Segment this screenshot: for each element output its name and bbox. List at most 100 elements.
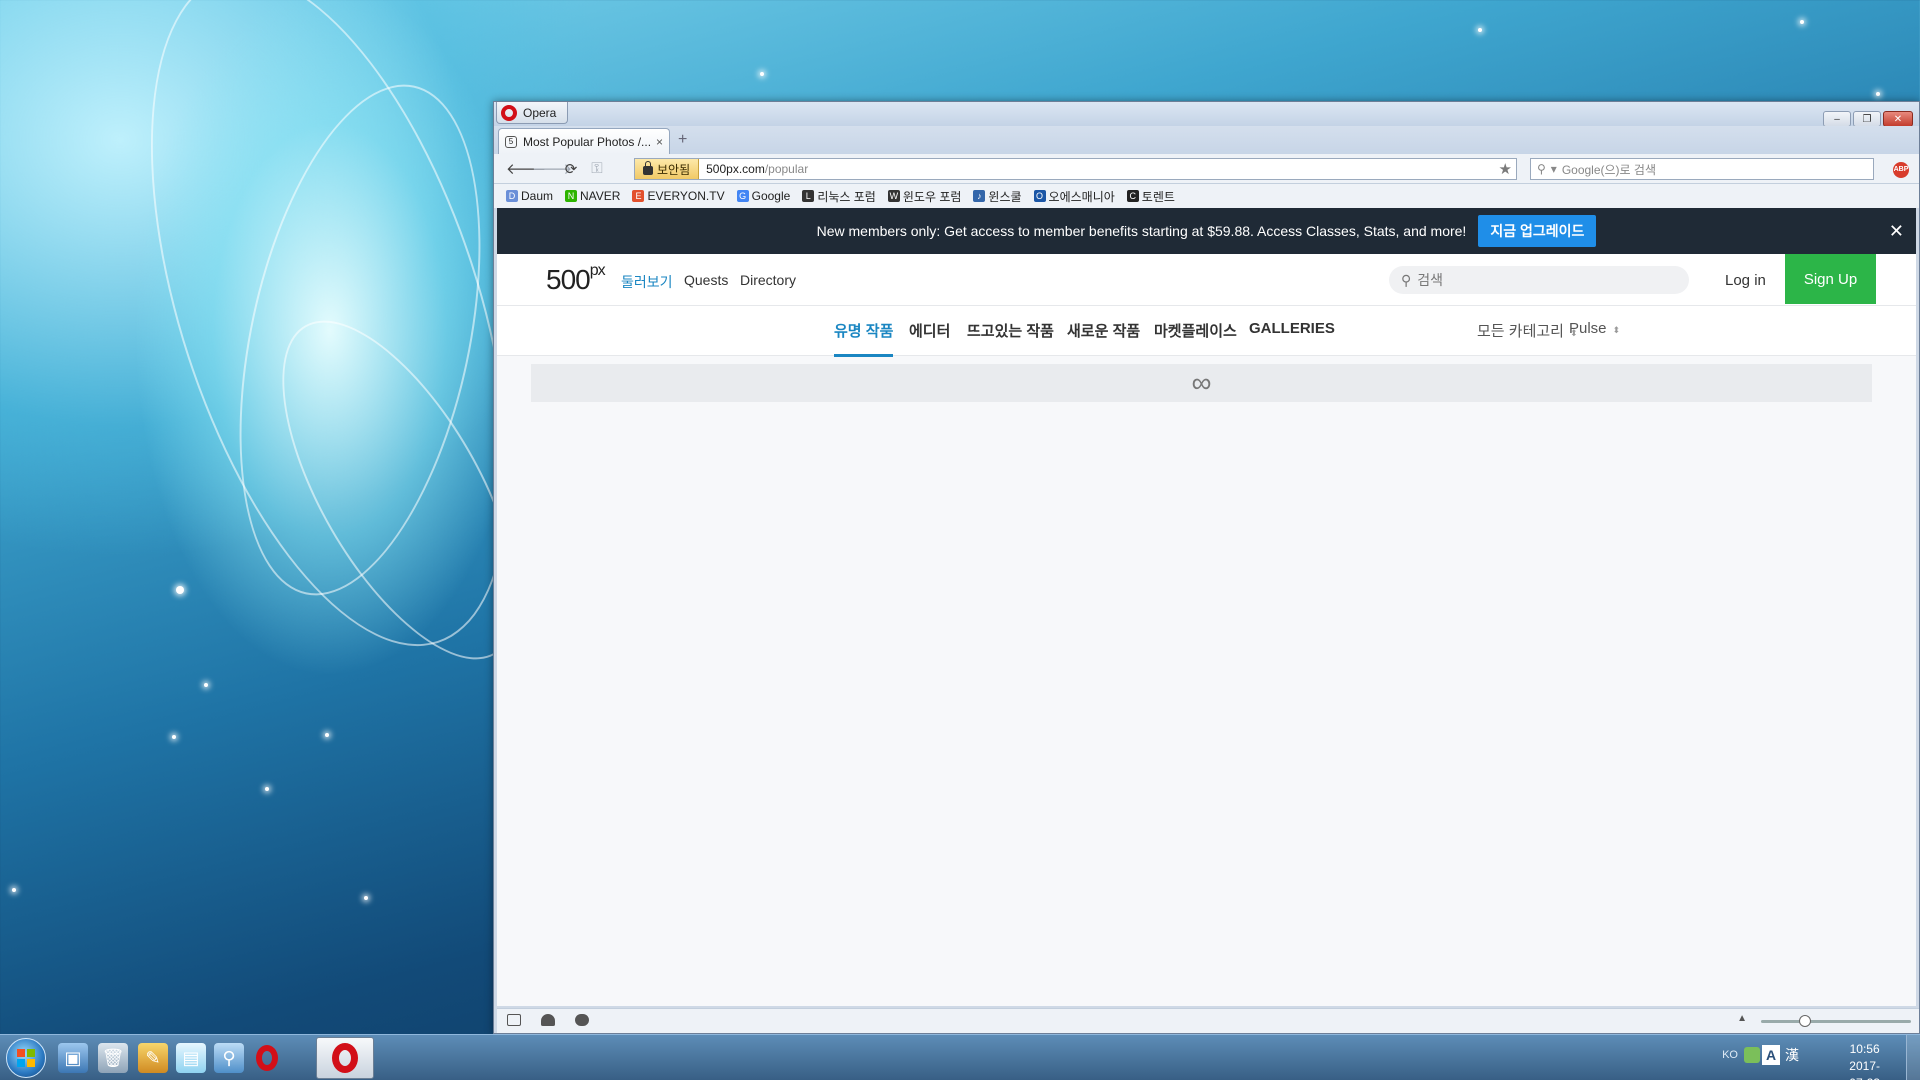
panel-toggle-icon[interactable]	[507, 1014, 521, 1026]
opera-menu-button[interactable]: Opera	[496, 102, 568, 124]
zoom-up-icon[interactable]: ▲	[1737, 1013, 1747, 1024]
restore-button[interactable]: ❐	[1853, 111, 1881, 127]
opera-icon	[332, 1043, 358, 1073]
zoom-slider[interactable]	[1761, 1015, 1911, 1027]
wallpaper-star	[760, 72, 764, 76]
torrent-icon: C	[1126, 190, 1139, 202]
cloud-icon[interactable]	[541, 1014, 555, 1026]
bookmark-label: 윈도우 포럼	[902, 189, 962, 204]
opera-quicklaunch-icon[interactable]	[252, 1043, 282, 1073]
status-bar: ▲	[497, 1008, 1919, 1033]
minimize-button[interactable]: –	[1823, 111, 1851, 127]
zoom-slider-knob[interactable]	[1799, 1015, 1811, 1027]
network-icon[interactable]	[1744, 1047, 1760, 1063]
loading-indicator: ∞	[531, 364, 1872, 402]
security-badge[interactable]: 보안됨	[635, 159, 700, 179]
bookmark-daum[interactable]: D Daum	[506, 189, 553, 203]
promo-banner: New members only: Get access to member b…	[497, 208, 1916, 254]
nav-discover[interactable]: 둘러보기	[621, 272, 673, 292]
wallpaper-star	[265, 787, 269, 791]
computer-icon[interactable]: ▣	[58, 1043, 88, 1073]
clock-date: 2017-07-23	[1849, 1059, 1880, 1080]
paint-icon[interactable]: ✎	[138, 1043, 168, 1073]
url-host: 500px.com	[706, 162, 765, 176]
upgrade-button[interactable]: 지금 업그레이드	[1478, 215, 1597, 247]
bookmark-linux-forum[interactable]: L 리눅스 포럼	[802, 188, 876, 205]
tab-fresh[interactable]: 새로운 작품	[1067, 320, 1140, 341]
reload-icon[interactable]: ⟳	[558, 160, 584, 178]
search-engine-box[interactable]: ⚲ ▾ Google(으)로 검색	[1530, 158, 1874, 180]
bookmark-label: 오에스매니아	[1048, 189, 1115, 204]
sort-dropdown[interactable]: Pulse ⬍	[1569, 320, 1620, 337]
bookmark-star-icon[interactable]: ★	[1499, 160, 1512, 178]
bookmark-winschool[interactable]: ♪ 윈스쿨	[973, 188, 1022, 205]
login-link[interactable]: Log in	[1725, 272, 1766, 289]
logo-suffix: px	[589, 262, 606, 279]
bookmark-label: Daum	[521, 189, 554, 203]
signup-button[interactable]: Sign Up	[1785, 254, 1876, 304]
bookmark-osmania[interactable]: O 오에스매니아	[1033, 188, 1115, 205]
tab-title: Most Popular Photos /...	[523, 134, 650, 149]
recycle-bin-icon[interactable]: 🗑	[98, 1043, 128, 1073]
address-bar[interactable]: 보안됨 500px.com/popular ★	[634, 158, 1517, 180]
nav-quests[interactable]: Quests	[684, 272, 728, 288]
bookmark-google[interactable]: G Google	[736, 189, 791, 203]
title-bar[interactable]: Opera – ❐ ✕	[494, 102, 1919, 127]
bookmark-torrent[interactable]: C 토렌트	[1126, 188, 1175, 205]
site-search-placeholder: 검색	[1417, 272, 1444, 288]
bookmark-everyon[interactable]: E EVERYON.TV	[632, 189, 725, 203]
bookmark-label: EVERYON.TV	[647, 189, 725, 203]
tab-close-icon[interactable]: ×	[656, 135, 663, 149]
tab-editors[interactable]: 에디터	[909, 320, 950, 341]
category-label: 모든 카테고리	[1477, 323, 1564, 340]
opera-logo-icon	[501, 104, 517, 121]
search-tool-icon[interactable]: ⚲	[214, 1043, 244, 1073]
search-icon: ⚲	[1401, 271, 1412, 288]
promo-close-icon[interactable]: ✕	[1889, 221, 1904, 242]
bookmark-windows-forum[interactable]: W 윈도우 포럼	[887, 188, 962, 205]
tab-galleries[interactable]: GALLERIES	[1249, 320, 1335, 337]
everyon-icon: E	[632, 190, 645, 202]
daum-icon: D	[506, 190, 518, 202]
language-indicator[interactable]: KO	[1722, 1049, 1738, 1061]
tab-marketplace[interactable]: 마켓플레이스	[1154, 320, 1237, 341]
linux-forum-icon: L	[802, 190, 815, 202]
forward-arrow-icon[interactable]: 🡒	[532, 159, 572, 178]
notepad-icon[interactable]: ▤	[176, 1043, 206, 1073]
start-button[interactable]	[6, 1038, 46, 1078]
tab-popular[interactable]: 유명 작품	[834, 320, 894, 357]
camera-icon[interactable]	[575, 1014, 589, 1026]
nav-directory[interactable]: Directory	[740, 272, 796, 288]
back-arrow-icon[interactable]: 🡐	[506, 159, 546, 178]
opera-taskbar-button[interactable]	[316, 1037, 374, 1079]
show-desktop-button[interactable]	[1906, 1035, 1920, 1080]
promo-text: New members only: Get access to member b…	[816, 223, 1467, 239]
key-icon[interactable]: ⚿	[584, 160, 610, 177]
google-icon: G	[736, 190, 749, 202]
wallpaper-star	[12, 888, 16, 892]
search-engine-dropdown-icon[interactable]: ▾	[1551, 162, 1557, 176]
site-logo[interactable]: 500px	[546, 262, 606, 296]
site-header: 500px 둘러보기 Quests Directory ⚲ 검색 Log in …	[497, 254, 1916, 306]
naver-icon: N	[565, 190, 578, 202]
url-text[interactable]: 500px.com/popular	[699, 162, 808, 176]
tab-upcoming[interactable]: 뜨고있는 작품	[967, 320, 1054, 341]
tab-500px[interactable]: 5 Most Popular Photos /... ×	[498, 128, 670, 154]
ime-a-indicator[interactable]: A	[1762, 1045, 1780, 1065]
close-window-button[interactable]: ✕	[1883, 111, 1913, 127]
site-search-input[interactable]: ⚲ 검색	[1389, 266, 1689, 294]
navigation-bar: 🡐 🡒 ⟳ ⚿ 보안됨 500px.com/popular ★ ⚲ ▾ Goog…	[494, 154, 1919, 184]
bookmark-naver[interactable]: N NAVER	[565, 189, 620, 203]
category-tabs: 유명 작품 에디터 뜨고있는 작품 새로운 작품 마켓플레이스 GALLERIE…	[497, 306, 1916, 357]
bookmark-label: Google	[751, 189, 791, 203]
osmania-icon: O	[1033, 190, 1046, 202]
adblock-icon[interactable]: ABP	[1893, 162, 1909, 178]
ime-hanja-indicator[interactable]: 漢	[1782, 1045, 1802, 1065]
category-dropdown[interactable]: 모든 카테고리 ⬍	[1477, 320, 1578, 341]
taskbar: ▣ 🗑 ✎ ▤ ⚲ KO A 漢 10:56 2017-07-23	[0, 1034, 1920, 1080]
browser-window: Opera – ❐ ✕ 5 Most Popular Photos /... ×…	[493, 101, 1920, 1034]
clock[interactable]: 10:56 2017-07-23	[1849, 1041, 1880, 1080]
new-tab-button[interactable]: +	[678, 132, 687, 148]
tab-favicon-icon: 5	[505, 135, 517, 148]
wallpaper-star	[176, 586, 184, 594]
